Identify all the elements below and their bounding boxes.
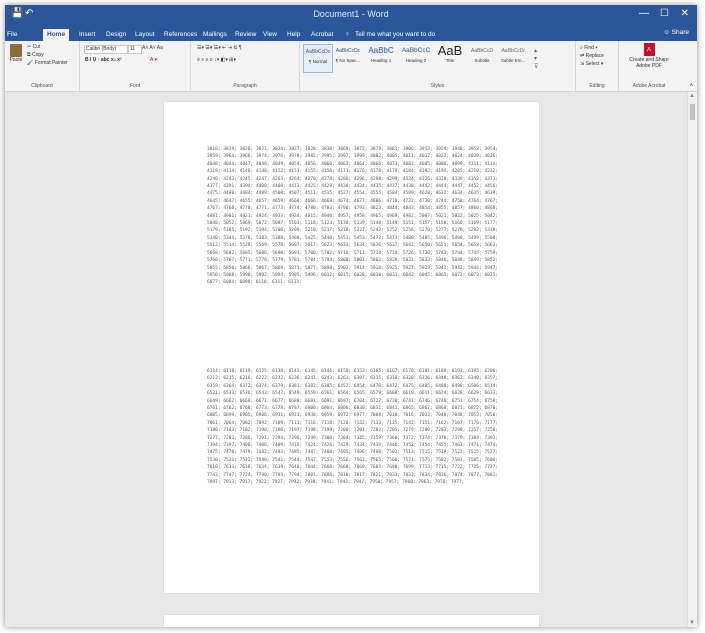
tab-view[interactable]: View [263, 29, 277, 41]
scroll-up-icon[interactable]: ▲ [689, 93, 695, 99]
editing-group-label: Editing [589, 83, 605, 89]
select-label: Select [585, 61, 600, 67]
clipboard-group: Paste ✂ Cut ⧉ Copy 🖌 Format Painter Clip… [5, 41, 80, 91]
style-name: ¶ Normal [308, 59, 328, 64]
style-preview: AaBbCcDc [335, 48, 361, 54]
style-title[interactable]: AaB Title [435, 44, 465, 71]
paragraph-group: ☰▾ ☰▾ ☰▾ ⇤ ⇥ ⇅ ¶ ≡ ≡ ≡ ≡ ↕▾ ◧▾ ⊞▾ Paragr… [191, 41, 300, 91]
document-paragraph[interactable]: 3818; 3819; 3820; 3821; 3824; 3827; 3828… [207, 146, 498, 287]
format-painter-label: Format Painter [34, 60, 68, 66]
clipboard-group-label: Clipboard [31, 83, 53, 89]
find-label: Find [584, 45, 594, 51]
select-button[interactable]: ⇲ Select ▾ [580, 61, 603, 67]
title-bar: 💾 ↶ Document1 - Word — ☐ ✕ [5, 5, 697, 27]
style-name: Title [445, 58, 455, 63]
create-pdf-label: Create and Share Adobe PDF [629, 57, 669, 69]
document-canvas[interactable]: 3818; 3819; 3820; 3821; 3824; 3827; 3828… [5, 92, 697, 627]
styles-scroll-icon[interactable]: ▴ ▾ ⊽ [534, 47, 538, 71]
acrobat-group: ⋏ Create and Share Adobe PDF Adobe Acrob… [619, 41, 679, 91]
document-page[interactable] [164, 615, 539, 627]
tab-home[interactable]: Home [43, 29, 70, 41]
create-pdf-button[interactable]: ⋏ Create and Share Adobe PDF [623, 43, 675, 69]
window-title: Document1 - Word [313, 9, 389, 19]
tab-references[interactable]: References [164, 29, 197, 41]
style-preview: AaBbCcC [401, 47, 431, 54]
style-name: Subtle Em... [500, 58, 526, 63]
tab-mailings[interactable]: Mailings [203, 29, 227, 41]
font-group: Calibri (Body) 11 A˄ A˅ Aa B I U · abc x… [80, 41, 191, 91]
style-preview: AaBbCcD [471, 48, 493, 54]
word-window: 💾 ↶ Document1 - Word — ☐ ✕ File Home Ins… [5, 5, 697, 627]
replace-button[interactable]: ⇄ Replace [580, 53, 604, 59]
collapse-ribbon-icon[interactable]: ˄ [689, 83, 693, 89]
copy-label: Copy [31, 52, 44, 58]
clipboard-icon [10, 44, 22, 57]
share-label: Share [671, 29, 689, 36]
copy-button[interactable]: ⧉ Copy [27, 52, 44, 58]
paragraph-group-label: Paragraph [233, 83, 257, 89]
acrobat-group-label: Adobe Acrobat [632, 83, 666, 89]
style-preview: AaB [437, 44, 463, 58]
minimize-button[interactable]: — [639, 8, 649, 19]
tab-acrobat[interactable]: Acrobat [311, 29, 333, 41]
tab-help[interactable]: Help [287, 29, 300, 41]
share-button[interactable]: ☺ Share [663, 29, 689, 36]
ribbon: Paste ✂ Cut ⧉ Copy 🖌 Format Painter Clip… [5, 41, 697, 92]
document-page[interactable]: 3818; 3819; 3820; 3821; 3824; 3827; 3828… [164, 102, 539, 593]
paste-label: Paste [9, 57, 23, 63]
style-heading-2[interactable]: AaBbCcC Heading 2 [400, 44, 432, 71]
adobe-pdf-icon: ⋏ [643, 43, 655, 56]
find-button[interactable]: ⌕ Find ▾ [580, 45, 597, 51]
tab-review[interactable]: Review [235, 29, 256, 41]
styles-group-label: Styles [430, 83, 445, 89]
tell-me-search[interactable]: Tell me what you want to do [355, 29, 435, 41]
tab-insert[interactable]: Insert [79, 29, 95, 41]
cut-label: Cut [32, 44, 41, 50]
style-no-spacing[interactable]: AaBbCcDc ¶ No Spac... [334, 44, 362, 71]
style-heading-1[interactable]: AaBbC Heading 1 [365, 44, 397, 71]
ribbon-tabs: File Home Insert Design Layout Reference… [5, 27, 697, 41]
styles-group: AaBbCcDc ¶ Normal AaBbCcDc ¶ No Spac... … [300, 41, 576, 91]
format-painter-button[interactable]: 🖌 Format Painter [27, 60, 68, 66]
editing-group: ⌕ Find ▾ ⇄ Replace ⇲ Select ▾ Editing [576, 41, 619, 91]
replace-label: Replace [585, 53, 604, 59]
cut-button[interactable]: ✂ Cut [27, 44, 40, 50]
font-size-dropdown[interactable]: 11 [128, 45, 142, 54]
style-normal[interactable]: AaBbCcDc ¶ Normal [303, 44, 333, 73]
font-group-label: Font [129, 83, 140, 89]
maximize-button[interactable]: ☐ [660, 8, 669, 19]
tab-design[interactable]: Design [106, 29, 126, 41]
tab-layout[interactable]: Layout [135, 29, 155, 41]
grow-font-icon[interactable]: A˄ A˅ Aa [142, 45, 163, 51]
style-name: Heading 1 [370, 58, 392, 63]
style-preview: AaBbCcDi [501, 48, 525, 54]
tab-file[interactable]: File [7, 29, 17, 41]
scroll-down-icon[interactable]: ▼ [689, 620, 695, 626]
font-name-dropdown[interactable]: Calibri (Body) [84, 45, 128, 54]
style-preview: AaBbC [368, 46, 394, 55]
scrollbar-thumb[interactable] [690, 104, 695, 120]
vertical-scrollbar[interactable]: ▲ ▼ [687, 92, 697, 627]
font-color-icon[interactable]: A ▾ [150, 57, 157, 63]
bullets-icon[interactable]: ☰▾ ☰▾ ☰▾ ⇤ ⇥ ⇅ ¶ [197, 45, 242, 51]
close-button[interactable]: ✕ [681, 8, 689, 19]
style-name: Subtitle [474, 58, 490, 63]
person-icon: ☺ [663, 29, 672, 36]
style-subtle-emphasis[interactable]: AaBbCcDi Subtle Em... [499, 44, 527, 71]
lightbulb-icon: ♀ [345, 31, 350, 38]
style-name: ¶ No Spac... [335, 58, 361, 63]
document-paragraph[interactable]: 6114; 6118; 6119; 6125; 6138; 6142; 6145… [207, 368, 498, 487]
font-format-row[interactable]: B I U · abc x₂ x² [85, 57, 122, 63]
style-subtitle[interactable]: AaBbCcD Subtitle [468, 44, 496, 71]
style-name: Heading 2 [405, 58, 427, 63]
style-preview: AaBbCcDc [305, 49, 331, 55]
paste-button[interactable]: Paste [8, 44, 24, 66]
align-icon[interactable]: ≡ ≡ ≡ ≡ ↕▾ ◧▾ ⊞▾ [197, 57, 236, 63]
